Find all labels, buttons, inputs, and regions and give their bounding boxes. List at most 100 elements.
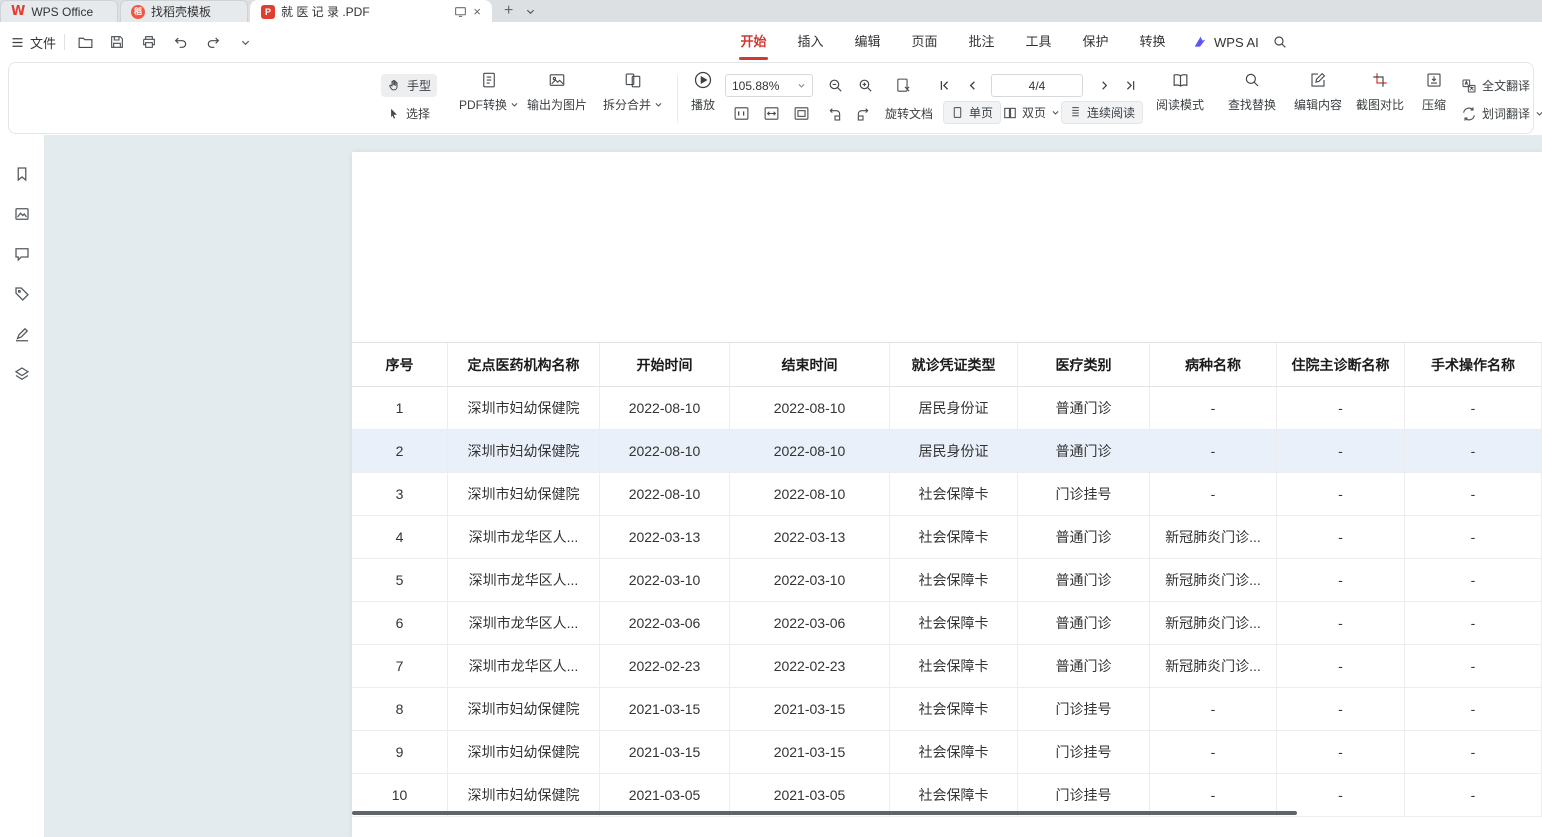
tab-list-chevron-icon[interactable]	[525, 6, 536, 17]
table-row[interactable]: 7深圳市龙华区人...2022-02-232022-02-23社会保障卡普通门诊…	[352, 645, 1542, 688]
next-page-button[interactable]	[1097, 74, 1112, 97]
actual-size-button[interactable]	[733, 102, 750, 125]
open-file-button[interactable]	[73, 30, 97, 54]
pdf-page[interactable]: 序号定点医药机构名称开始时间结束时间就诊凭证类型医疗类别病种名称住院主诊断名称手…	[352, 152, 1542, 837]
horizontal-scrollbar[interactable]	[352, 811, 1297, 815]
edit-content-button[interactable]: 编辑内容	[1287, 70, 1349, 128]
hand-tool-label: 手型	[407, 77, 431, 94]
prev-page-icon	[965, 78, 980, 93]
close-tab-icon[interactable]: ×	[473, 5, 481, 18]
undo-button[interactable]	[169, 30, 193, 54]
table-header-row[interactable]: 序号定点医药机构名称开始时间结束时间就诊凭证类型医疗类别病种名称住院主诊断名称手…	[352, 343, 1542, 387]
table-cell: -	[1277, 473, 1405, 516]
split-merge-button[interactable]: 拆分合并	[597, 70, 669, 128]
word-translate-label: 划词翻译	[1482, 105, 1530, 122]
first-page-icon	[937, 78, 952, 93]
redo-button[interactable]	[201, 30, 225, 54]
tab-wps-office[interactable]: W WPS Office	[0, 0, 118, 22]
document-area: 序号定点医药机构名称开始时间结束时间就诊凭证类型医疗类别病种名称住院主诊断名称手…	[44, 135, 1542, 837]
tab-docer-label: 找稻壳模板	[151, 3, 211, 20]
table-row[interactable]: 6深圳市龙华区人...2022-03-062022-03-06社会保障卡普通门诊…	[352, 602, 1542, 645]
table-cell: 普通门诊	[1018, 387, 1150, 430]
prev-page-button[interactable]	[965, 74, 980, 97]
read-mode-button[interactable]: 阅读模式	[1151, 70, 1209, 128]
word-translate-button[interactable]: 划词翻译	[1461, 102, 1542, 125]
save-button[interactable]	[105, 30, 129, 54]
first-page-button[interactable]	[937, 74, 952, 97]
print-button[interactable]	[137, 30, 161, 54]
table-row[interactable]: 3深圳市妇幼保健院2022-08-102022-08-10社会保障卡门诊挂号--…	[352, 473, 1542, 516]
single-page-toggle[interactable]: 单页	[943, 101, 1001, 124]
table-cell: 2022-08-10	[600, 387, 730, 430]
screenshot-compare-button[interactable]: 截图对比	[1349, 70, 1411, 128]
zoom-out-button[interactable]	[827, 74, 844, 97]
page-zoom-button[interactable]	[895, 74, 912, 97]
export-image-button[interactable]: 输出为图片	[519, 70, 595, 128]
export-image-icon	[548, 71, 566, 89]
zoom-select[interactable]: 105.88%	[725, 74, 813, 97]
tab-page[interactable]: 页面	[896, 22, 953, 62]
wps-ai-button[interactable]: WPS AI	[1192, 22, 1259, 62]
tab-tools[interactable]: 工具	[1010, 22, 1067, 62]
split-merge-label: 拆分合并	[603, 96, 651, 113]
find-replace-button[interactable]: 查找替换	[1221, 70, 1283, 128]
tab-docer-templates[interactable]: 稻 找稻壳模板	[120, 0, 248, 22]
full-translate-icon	[1461, 78, 1477, 94]
rotate-left-button[interactable]	[827, 102, 843, 125]
table-row[interactable]: 1深圳市妇幼保健院2022-08-102022-08-10居民身份证普通门诊--…	[352, 387, 1542, 430]
table-cell: 2022-08-10	[600, 473, 730, 516]
tab-insert[interactable]: 插入	[782, 22, 839, 62]
thumbnail-icon[interactable]	[13, 205, 31, 223]
ribbon-divider	[677, 75, 678, 123]
chevron-down-icon	[1535, 109, 1542, 118]
layers-icon[interactable]	[13, 365, 31, 383]
table-cell: 深圳市龙华区人...	[448, 645, 600, 688]
table-row[interactable]: 2深圳市妇幼保健院2022-08-102022-08-10居民身份证普通门诊--…	[352, 430, 1542, 473]
comment-icon[interactable]	[13, 245, 31, 263]
menu-search-button[interactable]	[1268, 30, 1292, 54]
fit-page-button[interactable]	[793, 102, 810, 125]
window-mode-icon[interactable]	[454, 5, 467, 18]
menu-bar: 文件 开始 插入 编辑 页	[0, 22, 1542, 62]
tab-protect[interactable]: 保护	[1067, 22, 1124, 62]
new-tab-icon[interactable]: +	[504, 3, 513, 19]
pdf-convert-label: PDF转换	[459, 96, 507, 113]
annotation-pen-icon[interactable]	[13, 325, 31, 343]
full-translate-button[interactable]: 全文翻译	[1461, 74, 1530, 97]
single-page-label: 单页	[969, 104, 993, 121]
pdf-convert-button[interactable]: PDF转换	[453, 70, 525, 128]
hand-tool-button[interactable]: 手型	[381, 74, 437, 97]
select-tool-button[interactable]: 选择	[381, 102, 436, 125]
tab-home[interactable]: 开始	[725, 22, 782, 62]
rotate-right-button[interactable]	[855, 102, 871, 125]
hamburger-icon	[10, 35, 25, 50]
last-page-button[interactable]	[1123, 74, 1138, 97]
tag-icon[interactable]	[13, 285, 31, 303]
table-cell: 门诊挂号	[1018, 688, 1150, 731]
quick-access-chevron[interactable]	[233, 30, 257, 54]
double-page-button[interactable]: 双页	[1003, 101, 1060, 124]
table-row[interactable]: 4深圳市龙华区人...2022-03-132022-03-13社会保障卡普通门诊…	[352, 516, 1542, 559]
table-cell: 2	[352, 430, 448, 473]
table-row[interactable]: 5深圳市龙华区人...2022-03-102022-03-10社会保障卡普通门诊…	[352, 559, 1542, 602]
table-cell: -	[1277, 516, 1405, 559]
bookmark-icon[interactable]	[13, 165, 31, 183]
double-page-label: 双页	[1022, 104, 1046, 121]
tab-document-pdf[interactable]: P 就 医 记 录 .PDF ×	[250, 0, 492, 22]
page-number-input[interactable]: 4/4	[991, 74, 1083, 97]
file-menu-button[interactable]: 文件	[10, 33, 56, 52]
table-row[interactable]: 9深圳市妇幼保健院2021-03-152021-03-15社会保障卡门诊挂号--…	[352, 731, 1542, 774]
play-button[interactable]: 播放	[681, 70, 725, 128]
tab-convert[interactable]: 转换	[1124, 22, 1181, 62]
table-row[interactable]: 8深圳市妇幼保健院2021-03-152021-03-15社会保障卡门诊挂号--…	[352, 688, 1542, 731]
zoom-in-button[interactable]	[857, 74, 874, 97]
fit-width-button[interactable]	[763, 102, 780, 125]
tab-comment[interactable]: 批注	[953, 22, 1010, 62]
select-tool-label: 选择	[406, 105, 430, 122]
continuous-read-toggle[interactable]: 连续阅读	[1061, 101, 1143, 124]
last-page-icon	[1123, 78, 1138, 93]
tab-edit[interactable]: 编辑	[839, 22, 896, 62]
compress-button[interactable]: 压缩	[1411, 70, 1457, 128]
table-cell: -	[1405, 774, 1542, 817]
rotate-doc-button[interactable]: 旋转文档	[885, 102, 933, 125]
